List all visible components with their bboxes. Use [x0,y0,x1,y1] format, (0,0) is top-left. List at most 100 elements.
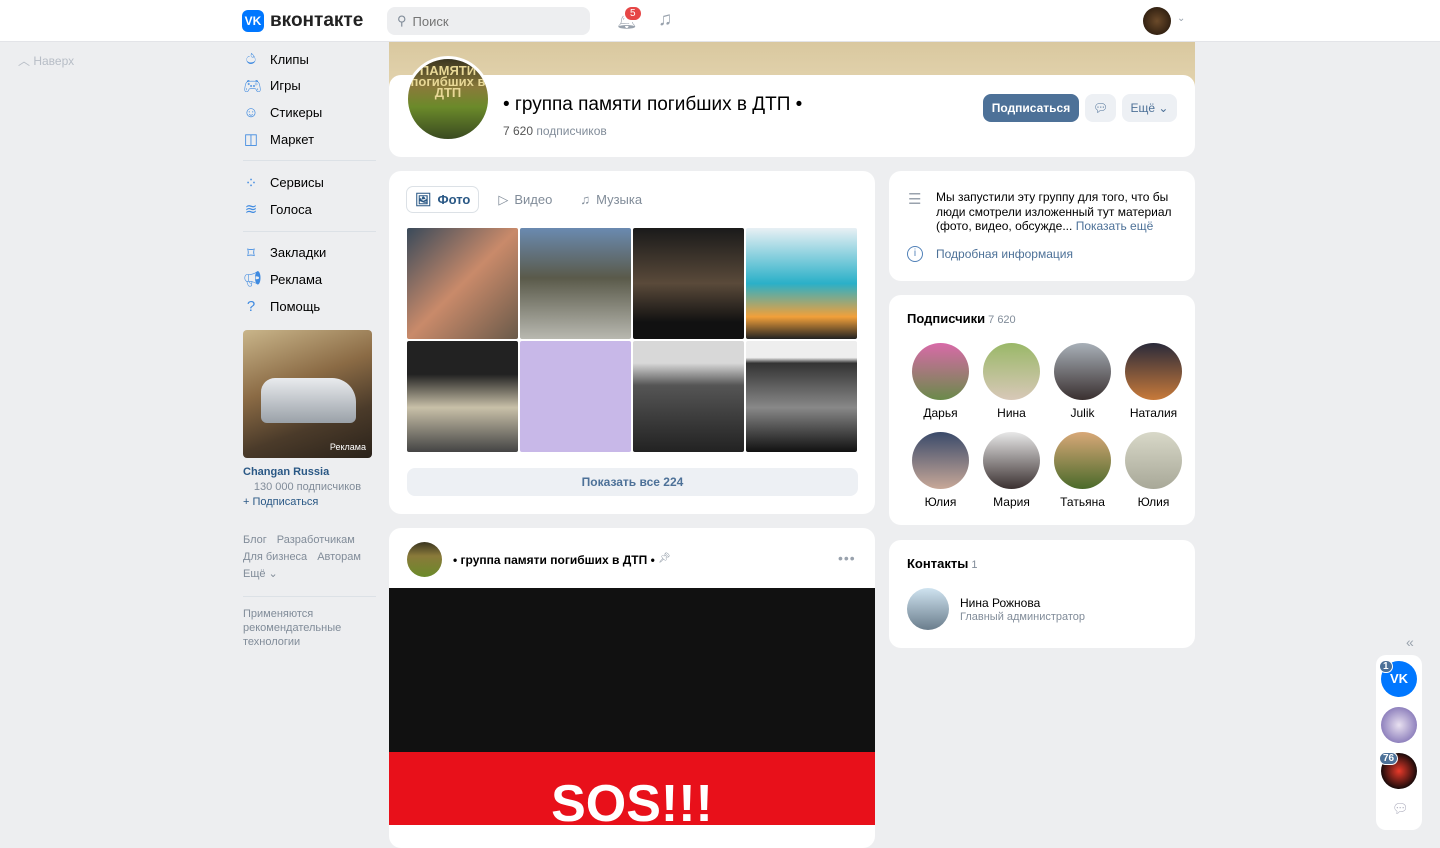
post-image[interactable] [389,588,875,752]
group-subscribers[interactable]: 7 620 подписчиков [503,124,607,138]
member[interactable]: Татьяна [1047,432,1118,509]
photo-thumb[interactable] [746,228,857,339]
contact-avatar[interactable] [907,588,949,630]
megaphone-icon: 📢︎ [243,271,263,289]
coins-icon: ≋ [244,201,258,219]
post-image-sos[interactable]: SOS!!! [389,752,875,825]
gamepad-icon: 🎮︎ [243,77,263,95]
info-icon: i [907,246,923,262]
sidebar-item-votes[interactable]: ≋ Голоса [243,196,376,223]
music-icon: ♫ [580,192,591,207]
member-avatar [912,343,969,400]
photo-thumb[interactable] [407,228,518,339]
sidebar-item-ads[interactable]: 📢︎ Реклама [243,266,376,293]
divider [243,596,376,597]
pin-icon: 📌︎ [658,553,671,564]
more-options-icon[interactable]: ••• [838,550,856,566]
search-input[interactable] [412,13,573,29]
more-button[interactable]: Ещё ⌄ [1122,94,1177,122]
search-box[interactable]: ⚲ [387,7,590,35]
members-list: Дарья Нина Julik Наталия Юлия Мария Тать… [905,343,1189,509]
footer-more[interactable]: Ещё ⌄ [243,566,376,583]
sidebar-item-help[interactable]: ? Помощь [243,293,376,320]
members-title[interactable]: Подписчики 7 620 [907,311,1016,326]
ad-label: Реклама [329,442,366,452]
user-avatar[interactable] [1143,7,1171,35]
footer-link[interactable]: Авторам [317,551,361,563]
member-avatar [983,343,1040,400]
divider [243,160,376,162]
footer-link[interactable]: Блог [243,534,267,546]
unread-badge: 1 [1379,660,1393,673]
unread-badge: 76 [1379,752,1399,765]
photo-grid [407,228,858,452]
member-avatar [1054,343,1111,400]
sidebar-item-services[interactable]: ⁘ Сервисы [243,169,376,196]
member[interactable]: Юлия [905,432,976,509]
photo-thumb[interactable] [633,341,744,452]
details-link[interactable]: Подробная информация [936,247,1073,261]
divider [243,230,376,232]
recommendation-note[interactable]: Применяются рекомендательные технологии [243,607,376,649]
ad-subscribers: 130 000 подписчиков [253,481,362,493]
contacts-title[interactable]: Контакты 1 [907,556,977,571]
photo-thumb[interactable] [746,341,857,452]
ad-subscribe-link[interactable]: + Подписаться [243,496,372,508]
group-title: • группа памяти погибших в ДТП • [503,94,803,115]
bag-icon: ◫ [243,131,259,149]
message-button[interactable]: 💬︎ [1085,94,1116,122]
tab-videos[interactable]: ▷ Видео [490,187,560,212]
contact-name[interactable]: Нина Рожнова [960,596,1040,610]
chat-avatar[interactable] [1381,707,1417,743]
footer-link[interactable]: Для бизнеса [243,551,307,563]
grid-icon: ⁘ [244,174,258,192]
bookmark-icon: ⌑ [247,244,255,262]
sidebar-item-market[interactable]: ◫ Маркет [243,126,376,153]
photo-thumb[interactable] [407,341,518,452]
post-author-avatar[interactable] [407,542,442,577]
tab-music[interactable]: ♫ Музыка [572,187,650,212]
sidebar-item-clips[interactable]: ථ Клипы [243,46,376,73]
member[interactable]: Нина [976,343,1047,420]
help-icon: ? [246,297,256,315]
group-description: Мы запустили эту группу для того, что бы… [936,190,1172,233]
sidebar-item-bookmarks[interactable]: ⌑ Закладки [243,240,376,267]
ad-image[interactable]: Реклама [243,330,372,458]
footer-link[interactable]: Разработчикам [277,534,355,546]
show-more-link[interactable]: Показать ещё [1076,219,1154,233]
photo-icon: 🖼︎ [415,191,432,207]
member[interactable]: Юлия [1118,432,1189,509]
chat-icon[interactable]: 💬︎ [1392,801,1409,817]
subscribe-button[interactable]: Подписаться [983,94,1079,122]
vk-logo[interactable]: VK вконтакте [242,10,363,32]
message-icon: 💬︎ [1092,101,1109,115]
scroll-top-button[interactable]: ︿ Наверх [18,52,74,69]
sidebar-item-games[interactable]: 🎮︎ Игры [243,73,376,100]
collapse-icon[interactable]: « [1406,634,1414,650]
photo-thumb[interactable] [520,341,631,452]
show-all-photos-button[interactable]: Показать все 224 [407,468,858,496]
member[interactable]: Дарья [905,343,976,420]
sidebar-nav: ථ Клипы 🎮︎ Игры ☺ Стикеры ◫ Маркет ⁘ Сервисы … [243,46,376,319]
group-avatar[interactable]: ПАМЯТИ погибших в ДТП [405,56,491,142]
search-icon: ⚲ [397,13,407,28]
music-icon[interactable]: ♫ [658,9,672,31]
member[interactable]: Мария [976,432,1047,509]
member-avatar [1125,343,1182,400]
chevron-down-icon[interactable]: ⌄ [1177,13,1185,24]
ad-name[interactable]: Changan Russia [243,466,372,478]
member[interactable]: Julik [1047,343,1118,420]
sticker-icon: ☺ [243,103,259,121]
member-avatar [1054,432,1111,489]
ad-block[interactable]: Реклама Changan Russia 130 000 подписчик… [243,330,372,508]
description-icon: ☰ [908,191,922,208]
sidebar-item-stickers[interactable]: ☺ Стикеры [243,99,376,126]
vk-logo-icon: VK [242,10,264,32]
contact-role: Главный администратор [960,611,1086,623]
photo-thumb[interactable] [633,228,744,339]
member-avatar [912,432,969,489]
member[interactable]: Наталия [1118,343,1189,420]
tab-photos[interactable]: 🖼︎ Фото [407,187,478,212]
post-author[interactable]: • группа памяти погибших в ДТП • [453,553,655,567]
photo-thumb[interactable] [520,228,631,339]
